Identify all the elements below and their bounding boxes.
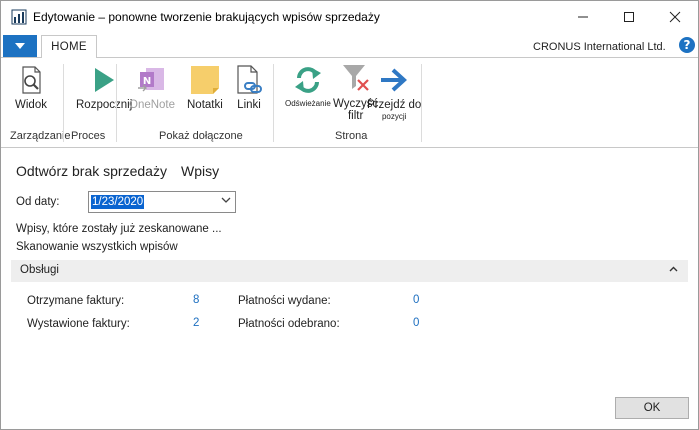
scanned-entries-link[interactable]: Wpisy, które zostały już zeskanowane ...	[16, 223, 222, 235]
fasttab-header[interactable]: Obsługi	[11, 260, 688, 282]
group-label-proces: Proces	[71, 130, 106, 142]
notes-label: Notatki	[187, 99, 223, 111]
group-label-strona: Strona	[335, 130, 368, 142]
view-icon	[22, 66, 41, 94]
company-name: CRONUS International Ltd.	[533, 41, 666, 53]
onenote-label: OneNote	[129, 99, 176, 111]
group-separator	[63, 64, 64, 142]
page-content: Odtwórz brak sprzedaży Wpisy Od daty: 1/…	[1, 149, 698, 397]
arrow-right-icon	[381, 68, 408, 92]
group-separator	[273, 64, 274, 142]
start-button[interactable]: Rozpocznij	[76, 64, 132, 111]
minimize-icon	[578, 16, 588, 18]
notes-button[interactable]: Notatki	[187, 64, 223, 111]
tab-home[interactable]: HOME	[41, 35, 97, 59]
maximize-icon	[624, 12, 634, 22]
from-date-input[interactable]: 1/23/2020	[88, 191, 236, 213]
links-button[interactable]: Linki	[233, 64, 265, 111]
refresh-button[interactable]: Odświeżanie	[285, 64, 331, 109]
chevron-down-icon[interactable]	[221, 197, 231, 204]
page-caption: Odtwórz brak sprzedaży	[16, 163, 167, 179]
minimize-button[interactable]	[560, 1, 606, 33]
ok-button[interactable]: OK	[615, 397, 689, 419]
go-to-line-button[interactable]: Przejdź do pozycji	[367, 64, 421, 122]
dialog-window: Edytowanie – ponowne tworzenie brakujący…	[0, 0, 699, 430]
scan-all-entries-link[interactable]: Skanowanie wszystkich wpisów	[16, 241, 178, 253]
ribbon-tab-bar: HOME CRONUS International Ltd. ?	[1, 33, 698, 59]
go-to-line-label-2: pozycji	[381, 112, 407, 121]
group-separator	[116, 64, 117, 142]
onenote-button: N OneNote	[129, 64, 175, 111]
from-date-label: Od daty:	[16, 196, 60, 208]
maximize-button[interactable]	[606, 1, 652, 33]
app-icon	[11, 9, 27, 25]
links-label: Linki	[237, 99, 261, 111]
go-to-line-label-1: Przejdź do	[367, 99, 422, 111]
view-button[interactable]: Widok	[15, 64, 47, 111]
note-icon	[190, 66, 219, 94]
issued-invoices-label: Wystawione faktury:	[27, 318, 130, 330]
window-title: Edytowanie – ponowne tworzenie brakujący…	[33, 10, 380, 24]
group-label-zarzadzanie: Zarządzanie	[10, 130, 71, 142]
title-bar: Edytowanie – ponowne tworzenie brakujący…	[1, 1, 698, 33]
payments-received-label: Płatności odebrano:	[238, 318, 340, 330]
refresh-icon	[294, 67, 321, 93]
issued-invoices-value[interactable]: 2	[193, 317, 199, 329]
onenote-icon: N	[138, 68, 165, 92]
group-label-pokaz: Pokaż dołączone	[159, 130, 243, 142]
payments-received-value[interactable]: 0	[413, 317, 419, 329]
dialog-footer: OK	[1, 397, 698, 429]
ribbon: Widok Zarządzanie Rozpocznij Proces N On…	[1, 58, 698, 148]
help-icon[interactable]: ?	[679, 37, 695, 53]
caret-down-icon	[15, 43, 25, 49]
app-menu-button[interactable]	[3, 35, 37, 57]
close-button[interactable]	[652, 1, 698, 33]
payments-issued-value[interactable]: 0	[413, 294, 419, 306]
from-date-value: 1/23/2020	[91, 195, 145, 209]
page-subcaption: Wpisy	[181, 163, 220, 179]
group-separator	[421, 64, 422, 142]
chevron-up-icon[interactable]	[669, 266, 678, 272]
view-label: Widok	[15, 99, 47, 111]
clear-filter-label-2: filtr	[347, 110, 364, 122]
link-icon	[237, 65, 262, 94]
refresh-label: Odświeżanie	[285, 99, 331, 108]
received-invoices-label: Otrzymane faktury:	[27, 295, 125, 307]
payments-issued-label: Płatności wydane:	[238, 295, 331, 307]
fasttab-title: Obsługi	[20, 264, 59, 276]
received-invoices-value[interactable]: 8	[193, 294, 199, 306]
start-label: Rozpocznij	[76, 99, 133, 111]
close-icon	[669, 11, 681, 23]
